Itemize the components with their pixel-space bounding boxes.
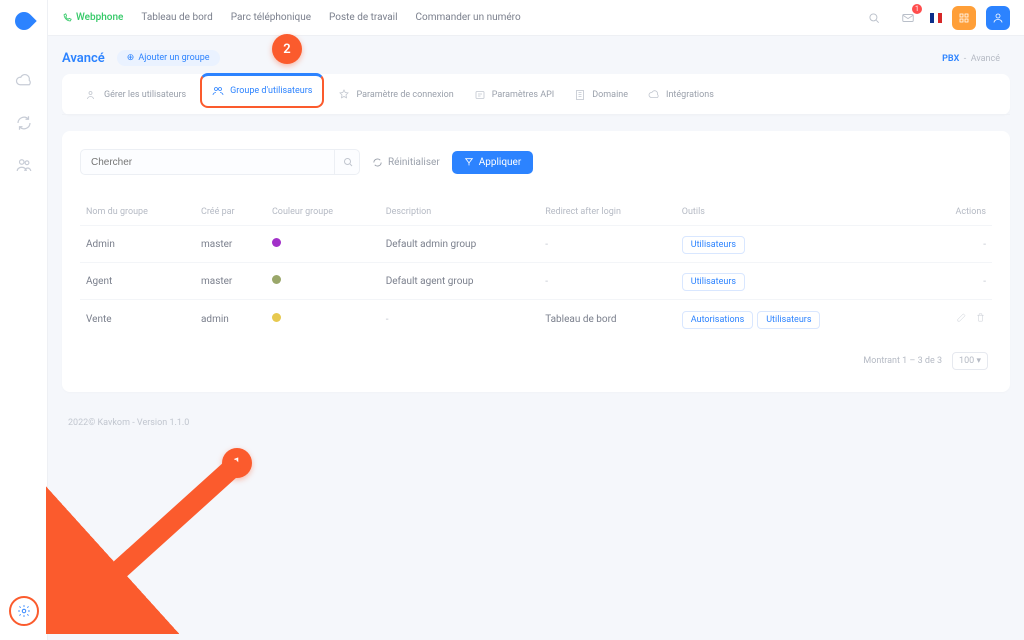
search-icon[interactable]: [862, 6, 886, 30]
mail-icon[interactable]: 1: [896, 6, 920, 30]
refresh-icon[interactable]: [15, 114, 33, 132]
groups-table: Nom du groupe Créé par Couleur groupe De…: [80, 199, 992, 338]
col-redirect: Redirect after login: [539, 199, 676, 226]
notif-badge: 1: [912, 4, 922, 14]
nav-workstation[interactable]: Poste de travail: [329, 12, 398, 23]
settings-icon[interactable]: [9, 596, 39, 626]
breadcrumb: PBX - Avancé: [942, 54, 1000, 64]
tab-manage-users[interactable]: Gérer les utilisateurs: [76, 74, 196, 114]
nav-order-number[interactable]: Commander un numéro: [416, 12, 521, 23]
annotation-arrow: [46, 444, 266, 634]
search-button[interactable]: [334, 149, 360, 175]
cell-created-by: master: [195, 263, 266, 300]
col-description: Description: [380, 199, 540, 226]
cell-name: Vente: [80, 300, 195, 339]
tool-button[interactable]: Utilisateurs: [682, 236, 745, 254]
trash-icon[interactable]: [975, 312, 986, 323]
chevron-down-icon: ▾: [976, 356, 981, 366]
grid-icon[interactable]: [952, 6, 976, 30]
reset-button[interactable]: Réinitialiser: [372, 157, 440, 168]
cell-redirect: -: [539, 263, 676, 300]
tool-button[interactable]: Utilisateurs: [757, 311, 820, 329]
tab-integrations[interactable]: Intégrations: [638, 74, 724, 114]
edit-icon[interactable]: [956, 312, 967, 323]
tab-user-group[interactable]: Groupe d'utilisateurs: [200, 73, 324, 108]
table-row: Agent master Default agent group - Utili…: [80, 263, 992, 300]
col-created-by: Créé par: [195, 199, 266, 226]
col-tools: Outils: [676, 199, 917, 226]
apply-button[interactable]: Appliquer: [452, 151, 534, 174]
cell-actions: -: [917, 263, 992, 300]
cell-color: [266, 226, 380, 263]
webphone-link[interactable]: Webphone: [62, 12, 123, 23]
user-menu-icon[interactable]: [986, 6, 1010, 30]
tool-button[interactable]: Utilisateurs: [682, 273, 745, 291]
col-color: Couleur groupe: [266, 199, 380, 226]
app-logo: [11, 8, 36, 33]
cell-color: [266, 300, 380, 339]
cell-created-by: admin: [195, 300, 266, 339]
annotation-2: 2: [272, 34, 302, 64]
footer-text: 2022© Kavkom - Version 1.1.0: [62, 408, 1010, 428]
cell-redirect: Tableau de bord: [539, 300, 676, 339]
cell-description: Default admin group: [380, 226, 540, 263]
flag-france-icon[interactable]: [930, 13, 942, 23]
plus-icon: ⊕: [127, 53, 135, 63]
nav-phone-park[interactable]: Parc téléphonique: [231, 12, 311, 23]
users-icon[interactable]: [15, 156, 33, 174]
page-title: Avancé: [62, 51, 105, 66]
cell-color: [266, 263, 380, 300]
col-name: Nom du groupe: [80, 199, 195, 226]
cell-name: Admin: [80, 226, 195, 263]
pagination-info: Montrant 1 – 3 de 3: [863, 356, 942, 366]
cell-redirect: -: [539, 226, 676, 263]
cell-description: -: [380, 300, 540, 339]
table-row: Vente admin - Tableau de bord Autorisati…: [80, 300, 992, 339]
tabs: Gérer les utilisateurs Groupe d'utilisat…: [62, 74, 1010, 115]
tab-login-param[interactable]: Paramètre de connexion: [328, 74, 463, 114]
sidebar: [0, 0, 48, 640]
cell-actions: -: [917, 226, 992, 263]
cell-name: Agent: [80, 263, 195, 300]
tab-api-params[interactable]: Paramètres API: [464, 74, 565, 114]
tool-button[interactable]: Autorisations: [682, 311, 753, 329]
cell-tools: Utilisateurs: [676, 226, 917, 263]
page-size-select[interactable]: 100 ▾: [952, 352, 988, 370]
topbar: Webphone Tableau de bord Parc téléphoniq…: [48, 0, 1024, 36]
search-input[interactable]: [80, 149, 360, 175]
cell-actions: [917, 300, 992, 339]
nav-dashboard[interactable]: Tableau de bord: [141, 12, 212, 23]
table-row: Admin master Default admin group - Utili…: [80, 226, 992, 263]
col-actions: Actions: [917, 199, 992, 226]
add-group-button[interactable]: ⊕ Ajouter un groupe: [117, 50, 220, 66]
cloud-icon[interactable]: [15, 72, 33, 90]
cell-created-by: master: [195, 226, 266, 263]
cell-tools: AutorisationsUtilisateurs: [676, 300, 917, 339]
cell-description: Default agent group: [380, 263, 540, 300]
tab-domain[interactable]: Domaine: [564, 74, 638, 114]
cell-tools: Utilisateurs: [676, 263, 917, 300]
top-nav: Tableau de bord Parc téléphonique Poste …: [141, 12, 520, 23]
